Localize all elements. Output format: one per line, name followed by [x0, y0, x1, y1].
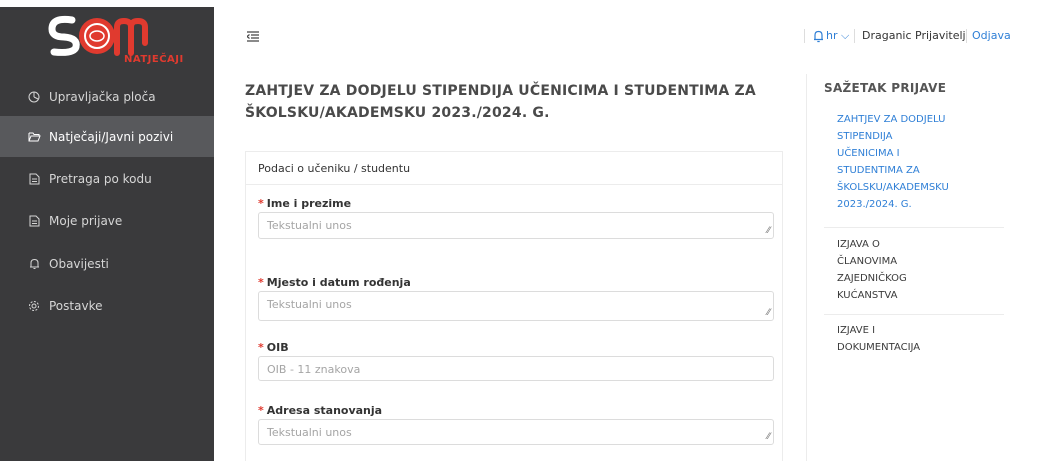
header-divider [854, 29, 855, 43]
document-icon [27, 172, 41, 186]
page-title-line: ŠKOLSKU/AKADEMSKU 2023./2024. G. [245, 105, 550, 121]
field-label-text: Mjesto i datum rođenja [266, 276, 411, 289]
summary-item-line: UČENICIMA I [837, 148, 900, 159]
chevron-down-icon: ⌵ [841, 29, 850, 42]
summary-item-line: KUĆANSTVA [837, 290, 898, 301]
language-value: hr [826, 29, 838, 42]
page-title-line: ZAHTJEV ZA DODJELU STIPENDIJA UČENICIMA … [245, 83, 756, 99]
field-label-text: Adresa stanovanja [266, 404, 383, 417]
summary-title: SAŽETAK PRIJAVE [824, 81, 947, 95]
summary-item-line: ZAJEDNIČKOG [837, 273, 907, 284]
sidebar-item-competitions[interactable]: Natječaji/Javni pozivi [0, 116, 214, 157]
sidebar: NATJEČAJI Upravljačka ploča Natječaji/Ja… [0, 0, 214, 461]
field-label-address: * Adresa stanovanja [258, 404, 382, 417]
menu-collapse-icon[interactable] [246, 27, 259, 46]
summary-item-line: ZAHTJEV ZA DODJELU [837, 114, 946, 125]
summary-item-documentation[interactable]: IZJAVE I DOKUMENTACIJA [837, 322, 1003, 356]
oib-input[interactable]: OIB - 11 znakova [258, 356, 774, 381]
logout-link[interactable]: Odjava [972, 29, 1011, 42]
sidebar-item-label: Natječaji/Javni pozivi [49, 129, 174, 144]
top-header: hr ⌵ Draganic Prijavitelj Odjava [214, 0, 1038, 72]
summary-item-line: 2023./2024. G. [837, 199, 912, 210]
input-placeholder: Tekstualni unos [267, 219, 352, 232]
input-placeholder: Tekstualni unos [267, 298, 352, 311]
summary-item-line: STUDENTIMA ZA [837, 165, 920, 176]
summary-item-line: IZJAVA O [837, 239, 880, 250]
header-divider [966, 29, 967, 43]
field-label-oib: * OIB [258, 341, 289, 354]
bell-icon [27, 257, 41, 271]
sidebar-item-label: Moje prijave [49, 213, 123, 228]
sidebar-item-label: Obavijesti [49, 256, 109, 271]
required-marker: * [258, 197, 264, 210]
sidebar-item-notifications[interactable]: Obavijesti [0, 243, 214, 284]
sidebar-item-search-by-code[interactable]: Pretraga po kodu [0, 158, 214, 199]
summary-item-request[interactable]: ZAHTJEV ZA DODJELU STIPENDIJA UČENICIMA … [837, 111, 1003, 213]
input-placeholder: Tekstualni unos [267, 426, 352, 439]
address-textarea[interactable]: Tekstualni unos ⁄⁄ [258, 419, 774, 445]
resize-handle-icon[interactable]: ⁄⁄ [767, 432, 770, 442]
summary-separator [824, 314, 1004, 315]
document-icon [27, 214, 41, 228]
field-label-text: Ime i prezime [266, 197, 352, 210]
name-textarea[interactable]: Tekstualni unos ⁄⁄ [258, 212, 774, 239]
sidebar-item-label: Upravljačka ploča [49, 89, 156, 104]
language-selector[interactable]: hr ⌵ [826, 29, 849, 43]
brand-logo[interactable]: NATJEČAJI [0, 7, 214, 77]
summary-item-household[interactable]: IZJAVA O ČLANOVIMA ZAJEDNIČKOG KUĆANSTVA [837, 236, 1003, 304]
page-title: ZAHTJEV ZA DODJELU STIPENDIJA UČENICIMA … [245, 80, 765, 124]
folder-open-icon [27, 130, 41, 144]
resize-handle-icon[interactable]: ⁄⁄ [767, 226, 770, 236]
field-label-name: * Ime i prezime [258, 197, 351, 210]
summary-separator [824, 227, 1004, 228]
summary-item-line: STIPENDIJA [837, 131, 893, 142]
sidebar-item-my-applications[interactable]: Moje prijave [0, 200, 214, 241]
sidebar-item-settings[interactable]: Postavke [0, 285, 214, 326]
summary-item-line: ČLANOVIMA [837, 256, 898, 267]
section-title: Podaci o učeniku / studentu [246, 152, 782, 185]
resize-handle-icon[interactable]: ⁄⁄ [767, 308, 770, 318]
notifications-bell-icon[interactable] [813, 28, 824, 47]
logo-subtitle: NATJEČAJI [124, 54, 184, 65]
required-marker: * [258, 276, 264, 289]
birth-place-date-textarea[interactable]: Tekstualni unos ⁄⁄ [258, 291, 774, 321]
field-label-text: OIB [266, 341, 289, 354]
applicant-form-card: Podaci o učeniku / studentu * Ime i prezi… [245, 151, 783, 461]
required-marker: * [258, 404, 264, 417]
sidebar-item-label: Pretraga po kodu [49, 171, 152, 186]
summary-item-line: ŠKOLSKU/AKADEMSKU [837, 182, 949, 193]
summary-divider [806, 74, 807, 461]
summary-item-line: IZJAVE I [837, 325, 876, 336]
required-marker: * [258, 341, 264, 354]
sidebar-top-strip [0, 0, 214, 7]
logo-graphic [48, 15, 148, 56]
summary-item-line: DOKUMENTACIJA [837, 342, 921, 353]
header-divider [804, 29, 805, 43]
sidebar-item-dashboard[interactable]: Upravljačka ploča [0, 76, 214, 117]
input-placeholder: OIB - 11 znakova [267, 363, 361, 376]
sidebar-item-label: Postavke [49, 298, 103, 313]
user-name: Draganic Prijavitelj [862, 29, 966, 42]
field-label-birth: * Mjesto i datum rođenja [258, 276, 411, 289]
gear-icon [27, 299, 41, 313]
dashboard-icon [27, 90, 41, 104]
